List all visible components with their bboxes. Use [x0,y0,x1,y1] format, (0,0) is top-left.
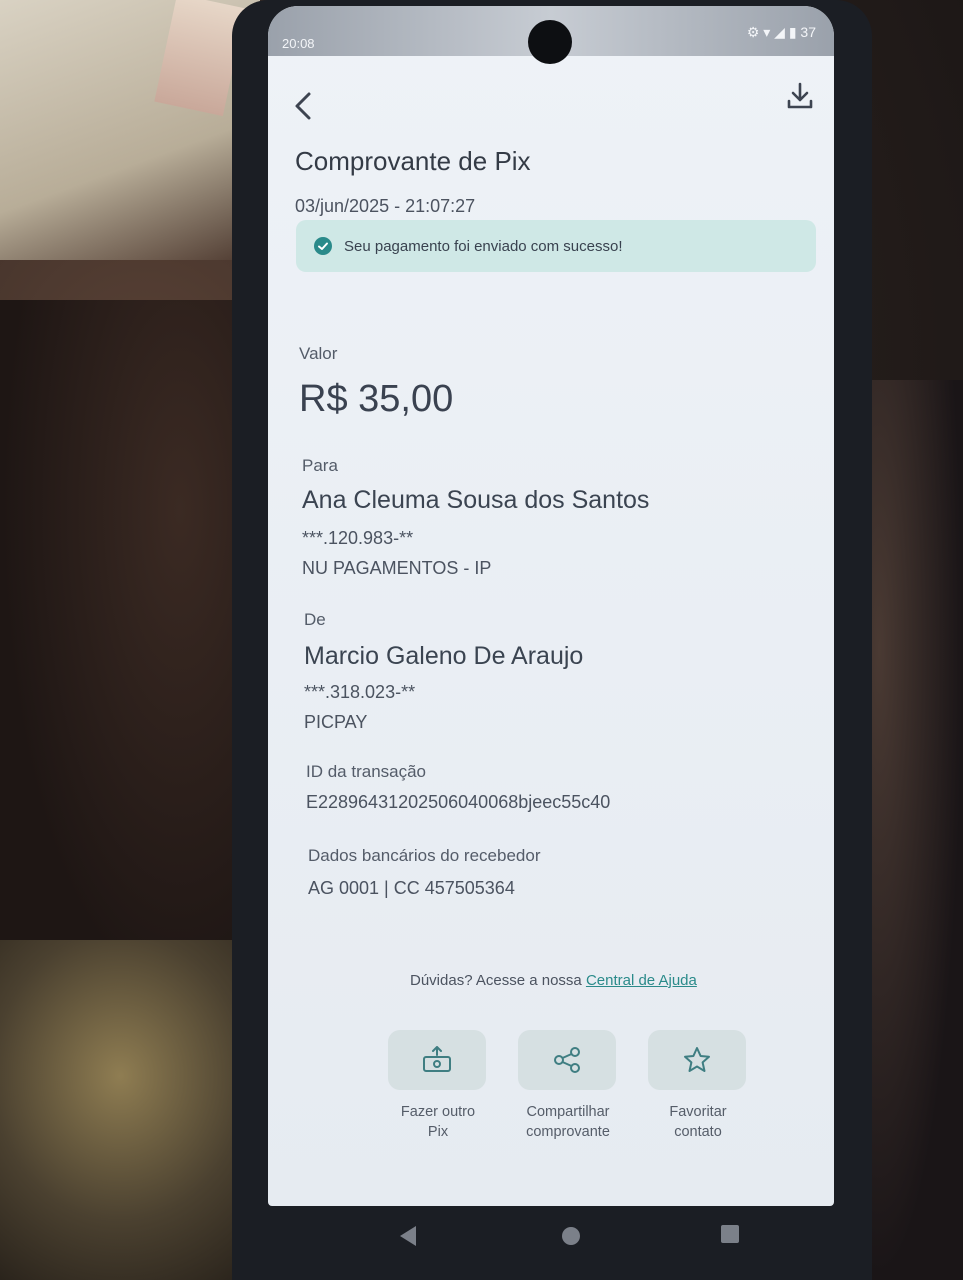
help-line: Dúvidas? Acesse a nossa Central de Ajuda [410,972,697,989]
nav-back-icon[interactable] [400,1226,416,1246]
status-time: 20:08 [282,36,315,51]
recipient-label: Para [302,456,338,475]
bank-details-label: Dados bancários do recebedor [308,846,541,865]
bank-details-value: AG 0001 | CC 457505364 [308,878,515,898]
star-icon [684,1047,710,1072]
sender-label: De [304,610,326,629]
page-title: Comprovante de Pix [295,146,531,176]
check-circle-icon [314,237,332,255]
share-tile[interactable] [518,1030,616,1090]
sender-name: Marcio Galeno De Araujo [304,642,584,670]
favorite-label: Favoritar contato [669,1104,727,1140]
action-share-receipt[interactable]: Compartilhar comprovante [518,1030,618,1142]
sender-document: ***.318.023-** [304,682,416,702]
phone-screen: 20:08 ⚙ ▾ ◢ ▮ 37 Comprovante de Pix 03/j… [268,6,834,1206]
download-icon [787,82,813,109]
nav-home-icon[interactable] [562,1227,580,1245]
sender-institution: PICPAY [304,712,368,732]
send-money-icon [423,1046,451,1072]
download-button[interactable] [782,78,818,114]
amount-value: R$ 35,00 [299,378,454,420]
transaction-datetime: 03/jun/2025 - 21:07:27 [295,196,476,216]
amount-label: Valor [299,344,338,363]
nav-recent-icon[interactable] [721,1225,739,1243]
share-icon [554,1047,580,1073]
action-new-pix[interactable]: Fazer outro Pix [388,1030,488,1142]
phone-body: 20:08 ⚙ ▾ ◢ ▮ 37 Comprovante de Pix 03/j… [232,0,872,1280]
help-center-link[interactable]: Central de Ajuda [586,972,697,989]
recipient-document: ***.120.983-** [302,528,414,548]
status-icons: ⚙ ▾ ◢ ▮ 37 [746,24,816,40]
new-pix-label: Fazer outro Pix [400,1104,476,1140]
front-camera [528,20,572,64]
android-nav-bar [232,1200,872,1280]
recipient-institution: NU PAGAMENTOS - IP [302,558,492,578]
success-banner: Seu pagamento foi enviado com sucesso! [296,220,816,272]
new-pix-tile[interactable] [388,1030,486,1090]
help-prefix: Dúvidas? Acesse a nossa [410,972,586,989]
transaction-id-value: E22896431202506040068bjeec55c40 [306,792,611,812]
transaction-id-label: ID da transação [306,762,427,781]
action-favorite-contact[interactable]: Favoritar contato [648,1030,748,1142]
back-button[interactable] [288,88,318,124]
favorite-tile[interactable] [648,1030,746,1090]
success-message: Seu pagamento foi enviado com sucesso! [344,237,623,255]
chevron-left-icon [295,92,311,120]
recipient-name: Ana Cleuma Sousa dos Santos [302,486,650,514]
share-label: Compartilhar comprovante [526,1104,610,1140]
